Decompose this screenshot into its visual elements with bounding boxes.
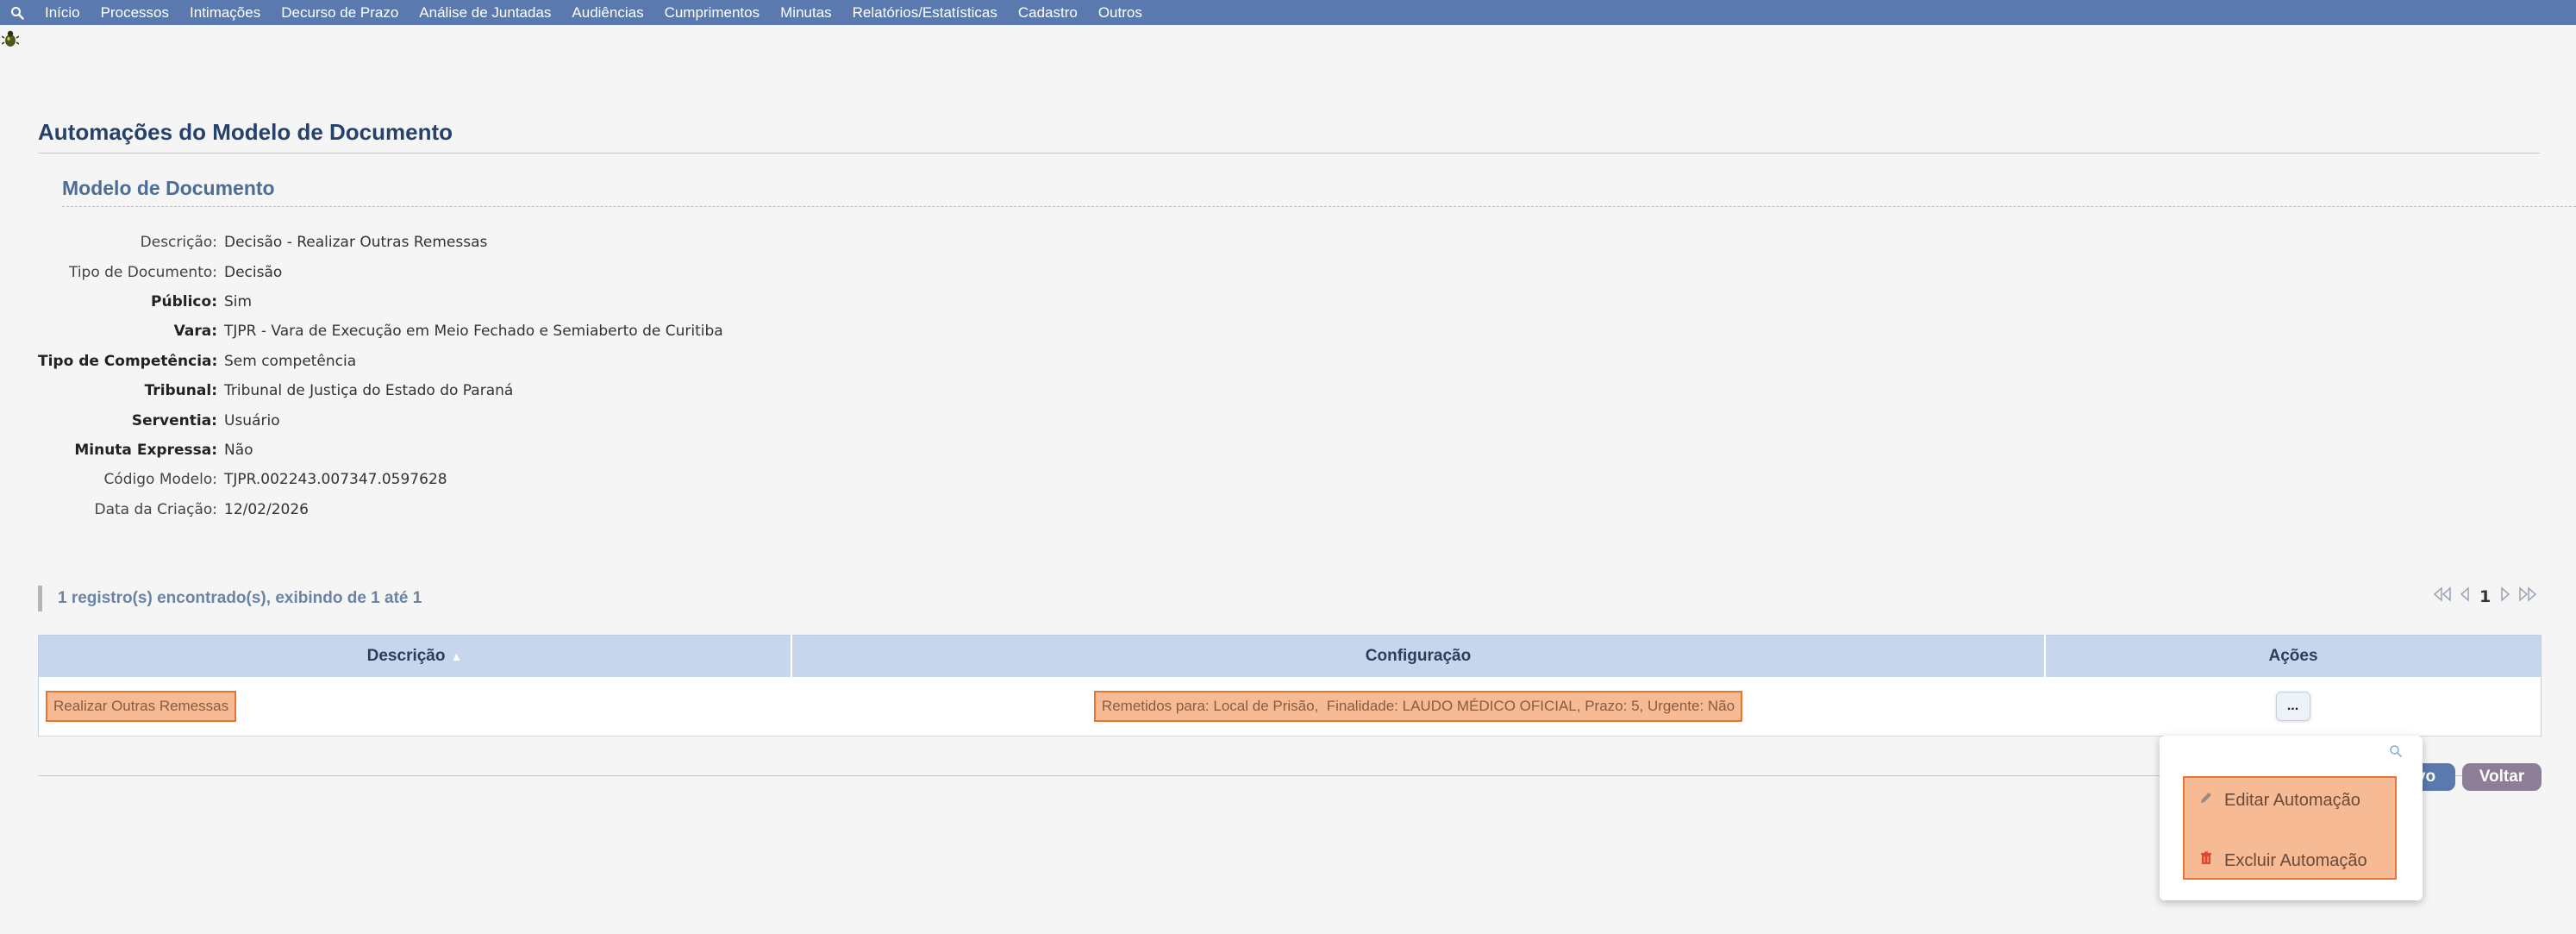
current-page[interactable]: 1 (2476, 587, 2494, 606)
voltar-button[interactable]: Voltar (2462, 763, 2542, 791)
search-icon[interactable] (0, 6, 34, 20)
pagination: 1 (2431, 586, 2539, 606)
header-acoes: Ações (2045, 635, 2542, 677)
nav-intimacoes[interactable]: Intimações (179, 4, 271, 22)
delete-automation-item[interactable]: Excluir Automação (2198, 850, 2367, 871)
sort-asc-icon[interactable]: ▲ (450, 649, 462, 663)
automations-table: Descrição ▲ Configuração Ações Realizar O… (38, 635, 2542, 737)
nav-outros[interactable]: Outros (1088, 4, 1153, 22)
nav-analise-de-juntadas[interactable]: Análise de Juntadas (409, 4, 561, 22)
pencil-icon (2198, 790, 2214, 811)
actions-menu: Editar Automação Excluir Automação (2183, 776, 2397, 880)
bottom-divider (38, 775, 2504, 776)
header-configuracao: Configuração (791, 635, 2046, 677)
first-page-icon[interactable] (2431, 586, 2454, 606)
table-row: Realizar Outras Remessas Remetidos para:… (38, 677, 2542, 737)
last-page-icon[interactable] (2517, 586, 2539, 606)
section-divider (62, 206, 2576, 207)
actions-dropdown: Editar Automação Excluir Automação (2160, 736, 2423, 900)
document-fields: Descrição: Decisão - Realizar Outras Reme… (38, 228, 723, 524)
field-descricao: Descrição: Decisão - Realizar Outras Reme… (140, 234, 488, 252)
page-title: Automações do Modelo de Documento (38, 119, 453, 145)
row-actions-button[interactable]: ... (2275, 692, 2310, 721)
title-divider (38, 153, 2540, 154)
prev-page-icon[interactable] (2459, 586, 2471, 606)
nav-minutas[interactable]: Minutas (770, 4, 842, 22)
field-tipo-competencia: Tipo de Competência: Sem competência (38, 352, 357, 370)
field-publico: Público: Sim (151, 292, 253, 310)
field-vara: Vara: TJPR - Vara de Execução em Meio Fec… (173, 323, 723, 341)
row-descricao: Realizar Outras Remessas (46, 691, 237, 722)
field-data-criacao: Data da Criação: 12/02/2026 (94, 500, 309, 518)
field-codigo-modelo: Código Modelo: TJPR.002243.007347.0597628 (103, 471, 447, 489)
field-tribunal: Tribunal: Tribunal de Justiça do Estado d… (144, 382, 514, 400)
section-title: Modelo de Documento (62, 177, 275, 199)
trash-icon (2198, 850, 2214, 871)
nav-processos[interactable]: Processos (91, 4, 179, 22)
nav-audiencias[interactable]: Audiências (561, 4, 653, 22)
row-configuracao: Remetidos para: Local de Prisão, Finalid… (1093, 691, 1743, 722)
bug-icon[interactable] (1, 29, 20, 48)
nav-relatorios[interactable]: Relatórios/Estatísticas (842, 4, 1008, 22)
field-tipo-documento: Tipo de Documento: Decisão (68, 263, 283, 281)
next-page-icon[interactable] (2499, 586, 2511, 606)
field-minuta-expressa: Minuta Expressa: Não (74, 441, 253, 459)
nav-cadastro[interactable]: Cadastro (1008, 4, 1088, 22)
edit-automation-item[interactable]: Editar Automação (2198, 790, 2360, 811)
nav-decurso-de-prazo[interactable]: Decurso de Prazo (271, 4, 409, 22)
nav-inicio[interactable]: Início (34, 4, 91, 22)
dropdown-search-icon[interactable] (2389, 744, 2403, 762)
field-serventia: Serventia: Usuário (131, 411, 280, 429)
nav-cumprimentos[interactable]: Cumprimentos (654, 4, 771, 22)
header-descricao[interactable]: Descrição ▲ (38, 635, 792, 677)
top-nav: Início Processos Intimações Decurso de P… (0, 0, 2576, 25)
records-count: 1 registro(s) encontrado(s), exibindo de… (38, 586, 422, 611)
